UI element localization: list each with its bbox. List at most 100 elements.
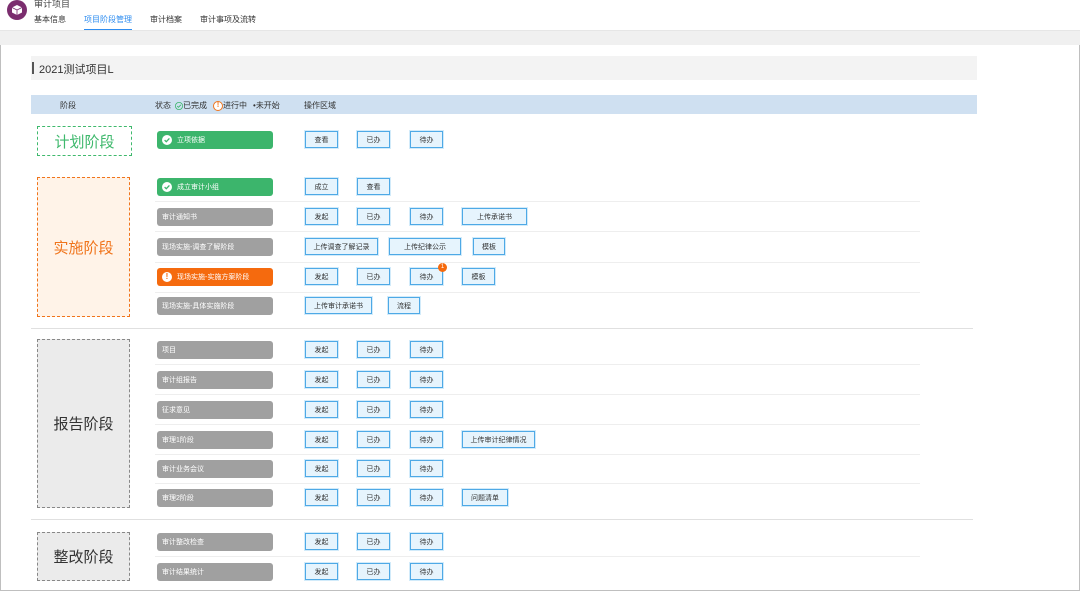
row-separator	[155, 364, 920, 365]
todo-button[interactable]: 待办	[410, 131, 443, 148]
todo-button[interactable]: 待办	[410, 341, 443, 358]
done-button[interactable]: 已办	[357, 401, 390, 418]
initiate-button[interactable]: 发起	[305, 208, 338, 225]
done-button[interactable]: 已办	[357, 489, 390, 506]
task-pill[interactable]: 审理2阶段	[157, 489, 273, 507]
stage-plan: 计划阶段	[37, 126, 132, 156]
task-pill[interactable]: 审计整改检查	[157, 533, 273, 551]
legend-done: 已完成	[183, 101, 207, 110]
check-circle-icon	[162, 182, 172, 192]
initiate-button[interactable]: 发起	[305, 431, 338, 448]
done-button[interactable]: 已办	[357, 208, 390, 225]
col-ops: 操作区域	[304, 101, 336, 110]
project-title-bar: 2021测试项目L	[31, 56, 977, 80]
task-pill[interactable]: 审计通知书	[157, 208, 273, 226]
task-pill[interactable]: 立项依据	[157, 131, 273, 149]
todo-button[interactable]: 待办	[410, 460, 443, 477]
upload-discipline-notice-button[interactable]: 上传纪律公示	[389, 238, 461, 255]
legend-not-started: 未开始	[255, 101, 280, 110]
status-legend: 状态 已完成 ! 进行中 • 未开始	[155, 100, 280, 111]
done-button[interactable]: 已办	[357, 341, 390, 358]
task-label: 成立审计小组	[177, 184, 219, 191]
task-pill[interactable]: 征求意见	[157, 401, 273, 419]
task-pill[interactable]: 现场实施-调查了解阶段	[157, 238, 273, 256]
done-button[interactable]: 已办	[357, 533, 390, 550]
establish-button[interactable]: 成立	[305, 178, 338, 195]
done-button[interactable]: 已办	[357, 563, 390, 580]
initiate-button[interactable]: 发起	[305, 371, 338, 388]
task-pill[interactable]: 现场实施-具体实施阶段	[157, 297, 273, 315]
tab-bar: 基本信息 项目阶段管理 审计档案 审计事项及流转	[34, 14, 274, 30]
stage-report: 报告阶段	[37, 339, 130, 508]
row-separator	[155, 483, 920, 484]
done-button[interactable]: 已办	[357, 131, 390, 148]
in-progress-warning-icon: !	[213, 100, 223, 111]
initiate-button[interactable]: 发起	[305, 268, 338, 285]
project-title: 2021测试项目L	[39, 64, 114, 76]
tab-basic-info[interactable]: 基本信息	[34, 14, 66, 30]
todo-button[interactable]: 待办	[410, 431, 443, 448]
tab-audit-matters[interactable]: 审计事项及流转	[200, 14, 256, 30]
template-button[interactable]: 模板	[462, 268, 495, 285]
initiate-button[interactable]: 发起	[305, 563, 338, 580]
task-label: 审计业务会议	[162, 466, 204, 473]
task-pill[interactable]: 审计业务会议	[157, 460, 273, 478]
task-label: 现场实施-调查了解阶段	[162, 244, 235, 251]
upload-audit-commitment-button[interactable]: 上传审计承诺书	[305, 297, 372, 314]
done-button[interactable]: 已办	[357, 460, 390, 477]
stage-implementation: 实施阶段	[37, 177, 130, 317]
view-button[interactable]: 查看	[305, 131, 338, 148]
task-label: 征求意见	[162, 407, 190, 414]
todo-button[interactable]: 待办	[410, 371, 443, 388]
initiate-button[interactable]: 发起	[305, 489, 338, 506]
upload-discipline-status-button[interactable]: 上传审计纪律情况	[462, 431, 535, 448]
app-logo-icon	[7, 0, 27, 20]
upload-commitment-button[interactable]: 上传承诺书	[462, 208, 527, 225]
row-separator	[155, 262, 920, 263]
title-accent-bar	[32, 62, 34, 74]
todo-button[interactable]: 待办	[410, 208, 443, 225]
todo-button[interactable]: 待办	[410, 489, 443, 506]
task-pill[interactable]: 项目	[157, 341, 273, 359]
task-label: 现场实施-实施方案阶段	[177, 274, 250, 281]
task-pill[interactable]: 审理1阶段	[157, 431, 273, 449]
task-label: 立项依据	[177, 137, 205, 144]
top-header: 审计项目 基本信息 项目阶段管理 审计档案 审计事项及流转	[0, 0, 1080, 31]
initiate-button[interactable]: 发起	[305, 341, 338, 358]
task-pill[interactable]: ! 现场实施-实施方案阶段	[157, 268, 273, 286]
initiate-button[interactable]: 发起	[305, 460, 338, 477]
task-pill[interactable]: 审计结果统计	[157, 563, 273, 581]
todo-button[interactable]: 待办	[410, 401, 443, 418]
task-label: 项目	[162, 347, 176, 354]
check-circle-icon	[162, 135, 172, 145]
todo-count-badge: 1	[438, 263, 447, 272]
task-pill[interactable]: 审计组报告	[157, 371, 273, 389]
todo-button[interactable]: 待办	[410, 563, 443, 580]
table-header: 阶段 状态 已完成 ! 进行中 • 未开始 操作区域	[31, 95, 977, 114]
done-button[interactable]: 已办	[357, 371, 390, 388]
todo-button[interactable]: 待办	[410, 533, 443, 550]
task-label: 审计通知书	[162, 214, 197, 221]
header-separator	[0, 31, 1080, 45]
template-button[interactable]: 模板	[473, 238, 505, 255]
tab-stage-management[interactable]: 项目阶段管理	[84, 14, 132, 30]
col-status: 状态	[155, 101, 171, 110]
section-divider	[31, 519, 973, 520]
task-label: 现场实施-具体实施阶段	[162, 303, 235, 310]
done-button[interactable]: 已办	[357, 431, 390, 448]
initiate-button[interactable]: 发起	[305, 401, 338, 418]
view-button[interactable]: 查看	[357, 178, 390, 195]
done-button[interactable]: 已办	[357, 268, 390, 285]
initiate-button[interactable]: 发起	[305, 533, 338, 550]
process-button[interactable]: 流程	[388, 297, 420, 314]
stage-rectification: 整改阶段	[37, 532, 130, 581]
upload-survey-record-button[interactable]: 上传调查了解记录	[305, 238, 378, 255]
issue-list-button[interactable]: 问题清单	[462, 489, 508, 506]
app-title: 审计项目	[34, 0, 71, 9]
row-separator	[155, 292, 920, 293]
tab-audit-archive[interactable]: 审计档案	[150, 14, 182, 30]
row-separator	[155, 454, 920, 455]
row-separator	[155, 556, 920, 557]
task-pill[interactable]: 成立审计小组	[157, 178, 273, 196]
todo-button[interactable]: 待办	[410, 268, 443, 285]
